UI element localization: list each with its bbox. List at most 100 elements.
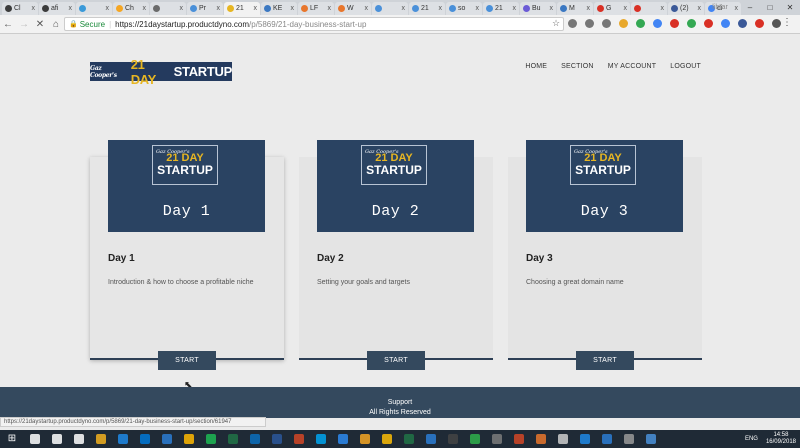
extension-icon[interactable]: [602, 19, 611, 28]
tab-close-icon[interactable]: x: [106, 5, 110, 12]
lesson-card[interactable]: Gaz Cooper's 21 DAY STARTUP Day 3 Day 3 …: [508, 140, 702, 370]
taskbar-app-icon[interactable]: [536, 434, 546, 444]
taskbar-app-icon[interactable]: [206, 434, 216, 444]
taskbar-app-icon[interactable]: [426, 434, 436, 444]
taskbar-app-icon[interactable]: [646, 434, 656, 444]
browser-tab[interactable]: so x: [446, 2, 482, 15]
home-icon[interactable]: ⌂: [48, 19, 64, 30]
tab-close-icon[interactable]: x: [476, 5, 480, 12]
browser-tab[interactable]: x: [76, 2, 112, 15]
taskbar-app-icon[interactable]: [360, 434, 370, 444]
extension-icon[interactable]: [585, 19, 594, 28]
taskbar-app-icon[interactable]: [602, 434, 612, 444]
taskbar-app-icon[interactable]: [228, 434, 238, 444]
taskbar-app-icon[interactable]: [272, 434, 282, 444]
taskbar-app-icon[interactable]: [250, 434, 260, 444]
browser-tab[interactable]: Pr x: [187, 2, 223, 15]
nav-logout[interactable]: LOGOUT: [670, 63, 701, 70]
browser-tab[interactable]: Mx: [557, 2, 593, 15]
browser-tab[interactable]: Wx: [335, 2, 371, 15]
taskbar-app-icon[interactable]: [514, 434, 524, 444]
browser-tab[interactable]: KE x: [261, 2, 297, 15]
browser-tab[interactable]: Cl x: [2, 2, 38, 15]
extension-icon[interactable]: [738, 19, 747, 28]
tab-close-icon[interactable]: x: [32, 5, 36, 12]
tab-close-icon[interactable]: x: [69, 5, 73, 12]
tab-close-icon[interactable]: x: [402, 5, 406, 12]
browser-tab[interactable]: (2) x: [668, 2, 704, 15]
address-bar[interactable]: 🔒 Secure | https://21daystartup.productd…: [64, 17, 564, 31]
tab-close-icon[interactable]: x: [624, 5, 628, 12]
browser-tab[interactable]: 21 x: [409, 2, 445, 15]
nav-section[interactable]: SECTION: [561, 63, 594, 70]
minimize-icon[interactable]: –: [740, 3, 760, 12]
browser-tab[interactable]: afi x: [39, 2, 75, 15]
start-button[interactable]: START: [158, 351, 216, 370]
tab-close-icon[interactable]: x: [661, 5, 665, 12]
taskbar-app-icon[interactable]: [74, 434, 84, 444]
close-icon[interactable]: ✕: [780, 3, 800, 12]
taskbar-app-icon[interactable]: [140, 434, 150, 444]
tab-close-icon[interactable]: x: [328, 5, 332, 12]
taskbar-app-icon[interactable]: [316, 434, 326, 444]
taskbar-app-icon[interactable]: [184, 434, 194, 444]
tab-close-icon[interactable]: x: [365, 5, 369, 12]
reload-icon[interactable]: ✕: [32, 19, 48, 30]
tab-close-icon[interactable]: x: [439, 5, 443, 12]
taskbar-app-icon[interactable]: [470, 434, 480, 444]
site-logo[interactable]: Gaz Cooper's 21 DAY STARTUP: [90, 57, 232, 87]
browser-tab[interactable]: Gx: [594, 2, 630, 15]
start-button[interactable]: START: [367, 351, 425, 370]
extension-icon[interactable]: [636, 19, 645, 28]
tab-close-icon[interactable]: x: [217, 5, 221, 12]
taskbar-app-icon[interactable]: [404, 434, 414, 444]
browser-tab[interactable]: Bu x: [520, 2, 556, 15]
extension-icon[interactable]: [568, 19, 577, 28]
taskbar-app-icon[interactable]: [382, 434, 392, 444]
browser-tab[interactable]: x: [150, 2, 186, 15]
tab-close-icon[interactable]: x: [254, 5, 258, 12]
extension-icon[interactable]: [619, 19, 628, 28]
taskbar-app-icon[interactable]: [492, 434, 502, 444]
browser-tab[interactable]: 21 x: [224, 2, 260, 15]
taskbar-app-icon[interactable]: [118, 434, 128, 444]
language-indicator[interactable]: ENG: [745, 436, 758, 442]
taskbar-app-icon[interactable]: [338, 434, 348, 444]
browser-tab[interactable]: LF x: [298, 2, 334, 15]
taskbar-app-icon[interactable]: [448, 434, 458, 444]
lesson-card[interactable]: Gaz Cooper's 21 DAY STARTUP Day 1 Day 1 …: [90, 140, 284, 370]
lesson-thumbnail[interactable]: Gaz Cooper's 21 DAY STARTUP Day 2: [317, 140, 474, 232]
taskbar-app-icon[interactable]: [624, 434, 634, 444]
taskbar-app-icon[interactable]: [294, 434, 304, 444]
windows-start-icon[interactable]: ⊞: [5, 433, 19, 445]
extension-icon[interactable]: [704, 19, 713, 28]
extension-icon[interactable]: [721, 19, 730, 28]
lesson-card[interactable]: Gaz Cooper's 21 DAY STARTUP Day 2 Day 2 …: [299, 140, 493, 370]
extension-icon[interactable]: [772, 19, 781, 28]
nav-my-account[interactable]: MY ACCOUNT: [608, 63, 657, 70]
footer-support-link[interactable]: Support: [0, 399, 800, 406]
lesson-thumbnail[interactable]: Gaz Cooper's 21 DAY STARTUP Day 1: [108, 140, 265, 232]
extension-icon[interactable]: [653, 19, 662, 28]
taskbar-app-icon[interactable]: [52, 434, 62, 444]
extension-icon[interactable]: [755, 19, 764, 28]
extension-icon[interactable]: [687, 19, 696, 28]
start-button[interactable]: START: [576, 351, 634, 370]
taskbar-app-icon[interactable]: [162, 434, 172, 444]
maximize-icon[interactable]: □: [760, 3, 780, 12]
forward-icon[interactable]: →: [16, 19, 32, 30]
browser-tab[interactable]: 21 x: [483, 2, 519, 15]
taskbar-app-icon[interactable]: [30, 434, 40, 444]
browser-tab[interactable]: Ch x: [113, 2, 149, 15]
back-icon[interactable]: ←: [0, 19, 16, 30]
nav-home[interactable]: HOME: [525, 63, 547, 70]
lesson-thumbnail[interactable]: Gaz Cooper's 21 DAY STARTUP Day 3: [526, 140, 683, 232]
taskbar-app-icon[interactable]: [96, 434, 106, 444]
tab-close-icon[interactable]: x: [143, 5, 147, 12]
browser-tab[interactable]: x: [631, 2, 667, 15]
menu-icon[interactable]: ⋮: [782, 17, 792, 28]
taskbar-app-icon[interactable]: [580, 434, 590, 444]
tab-close-icon[interactable]: x: [513, 5, 517, 12]
tab-close-icon[interactable]: x: [550, 5, 554, 12]
tab-close-icon[interactable]: x: [180, 5, 184, 12]
